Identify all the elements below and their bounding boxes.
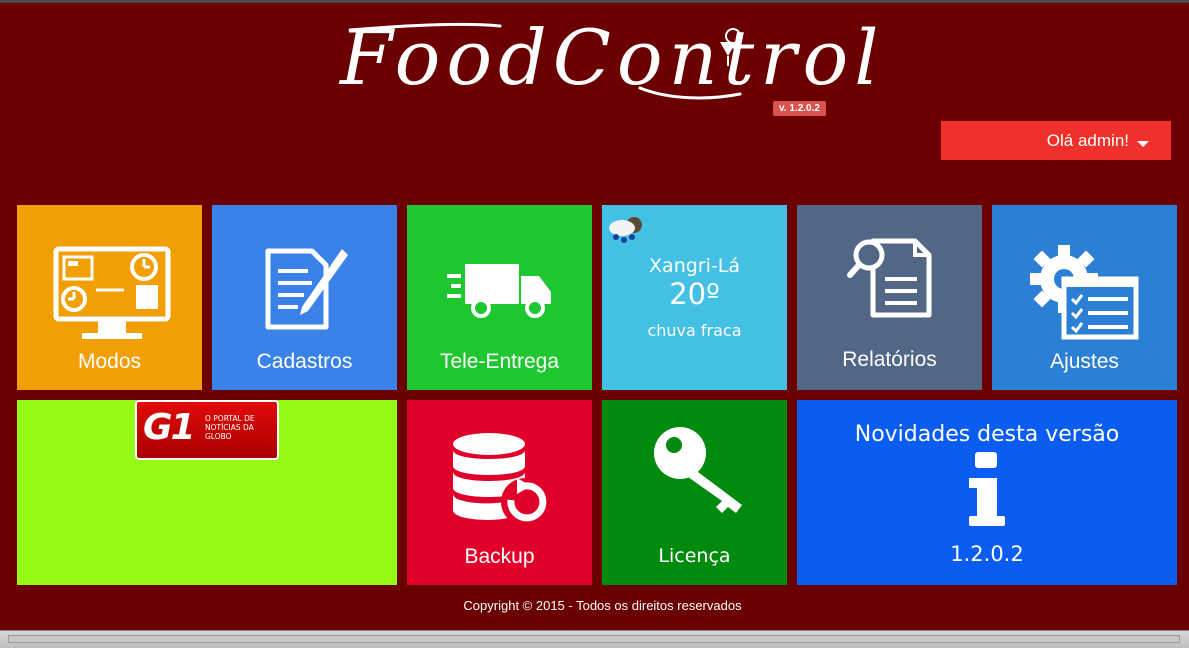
logo-text: FoodControl — [340, 13, 885, 102]
tile-cadastros-label: Cadastros — [256, 350, 353, 373]
tile-novidades[interactable]: Novidades desta versão 1.2.0.2 — [797, 400, 1177, 585]
tile-backup-label: Backup — [464, 545, 535, 568]
info-icon — [969, 452, 1005, 526]
user-menu-button[interactable]: Olá admin! — [941, 121, 1171, 160]
tile-relatorios-label: Relatórios — [842, 348, 937, 371]
tile-ajustes-label: Ajustes — [1050, 350, 1119, 373]
novidades-title: Novidades desta versão — [854, 422, 1120, 447]
window-top-border — [0, 0, 1189, 3]
tile-modos-label: Modos — [77, 350, 142, 373]
key-icon — [654, 427, 742, 513]
report-search-icon — [847, 238, 932, 318]
tile-modos[interactable]: Modos — [17, 205, 202, 390]
tile-licenca[interactable]: Licença — [602, 400, 787, 585]
g1-logo-mark: G1 — [143, 407, 196, 448]
tile-licenca-label: Licença — [658, 545, 731, 567]
user-menu-label: Olá admin! — [1046, 130, 1129, 150]
version-badge: v. 1.2.0.2 — [773, 101, 826, 116]
rain-cloud-icon — [609, 217, 642, 243]
tile-weather[interactable]: Xangri-Lá 20º chuva fraca — [602, 205, 787, 390]
tile-tele-entrega[interactable]: Tele-Entrega — [407, 205, 592, 390]
weather-city: Xangri-Lá — [649, 255, 740, 277]
tile-ajustes[interactable]: Ajustes — [992, 205, 1177, 390]
caret-down-icon — [1137, 141, 1149, 147]
weather-description: chuva fraca — [647, 321, 742, 340]
scrollbar-thumb[interactable] — [8, 635, 1180, 643]
monitor-clock-icon — [53, 246, 171, 339]
tile-relatorios[interactable]: Relatórios — [797, 205, 982, 390]
tile-tele-entrega-label: Tele-Entrega — [439, 350, 560, 373]
database-refresh-icon — [453, 433, 549, 526]
truck-icon — [447, 264, 551, 318]
tile-backup[interactable]: Backup — [407, 400, 592, 585]
footer-copyright-text: Copyright © 2015 - Todos os direitos res… — [463, 598, 742, 613]
horizontal-scrollbar[interactable] — [0, 630, 1189, 648]
novidades-version: 1.2.0.2 — [950, 542, 1024, 566]
weather-temperature: 20º — [669, 277, 720, 311]
g1-logo[interactable]: G1 O PORTAL DE NOTÍCIAS DA GLOBO — [135, 400, 279, 460]
gear-checklist-icon — [1030, 245, 1139, 340]
tile-news[interactable]: G1 O PORTAL DE NOTÍCIAS DA GLOBO — [17, 400, 397, 585]
app-logo: FoodControl — [340, 8, 885, 108]
footer-copyright: Copyright © 2015 - Todos os direitos res… — [0, 598, 1189, 613]
document-pen-icon — [265, 248, 348, 330]
g1-logo-tagline: O PORTAL DE NOTÍCIAS DA GLOBO — [205, 414, 255, 441]
tile-cadastros[interactable]: Cadastros — [212, 205, 397, 390]
